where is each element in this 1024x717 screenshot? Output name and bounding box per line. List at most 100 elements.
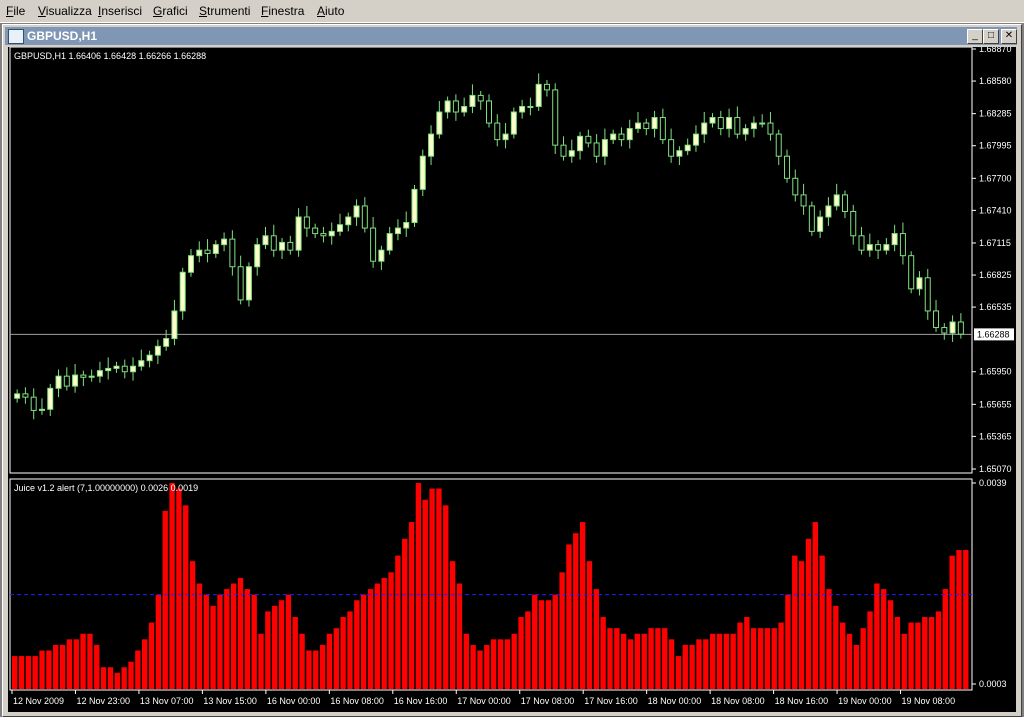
indicator-bar: [668, 639, 675, 689]
menu-file[interactable]: File: [6, 4, 25, 18]
indicator-bar: [949, 555, 955, 689]
chart-window-titlebar[interactable]: GBPUSD,H1 _ □ ✕: [5, 27, 1017, 45]
indicator-bar: [32, 656, 38, 689]
candle-body: [171, 310, 178, 340]
indicator-bar: [922, 617, 928, 689]
indicator-bar: [73, 639, 79, 689]
candle-body: [370, 227, 377, 262]
candle-body: [105, 367, 112, 372]
menu-aiuto[interactable]: Aiuto: [317, 4, 344, 18]
indicator-bar: [210, 605, 216, 689]
candle-body: [577, 135, 584, 152]
indicator-bar: [682, 644, 688, 689]
candle-body: [552, 89, 559, 146]
indicator-bar: [648, 628, 654, 689]
indicator-bar: [846, 633, 853, 689]
candle-body: [486, 100, 492, 124]
candle-body: [130, 365, 137, 373]
indicator-bar: [573, 533, 579, 689]
menu-inserisci[interactable]: Inserisci: [98, 4, 142, 18]
indicator-bar: [627, 639, 634, 689]
chart-window-title: GBPUSD,H1: [27, 29, 98, 43]
indicator-bar: [915, 622, 921, 689]
candle-body: [229, 238, 236, 268]
candle-body: [941, 327, 948, 334]
indicator-bar: [723, 633, 729, 689]
price-tick-label: 1.67410: [979, 205, 1012, 215]
indicator-bar: [586, 561, 593, 689]
candle-body: [287, 241, 294, 251]
candle-body: [204, 249, 211, 254]
indicator-bar: [963, 550, 969, 689]
minimize-button[interactable]: _: [967, 29, 983, 44]
candle-body: [279, 241, 286, 251]
indicator-bar: [12, 656, 18, 689]
candle-body: [568, 150, 575, 157]
candle-body: [270, 235, 277, 251]
indicator-bar: [162, 510, 168, 689]
menu-grafici[interactable]: Grafici: [153, 4, 188, 18]
indicator-bar: [189, 561, 196, 689]
candle-body: [328, 230, 335, 237]
candle-body: [312, 227, 319, 235]
price-tick-label: 1.66535: [979, 302, 1012, 312]
candle-body: [378, 249, 385, 262]
maximize-button[interactable]: □: [983, 29, 999, 44]
candle-body: [817, 216, 824, 232]
menu-strumenti[interactable]: Strumenti: [199, 4, 250, 18]
price-tick-label: 1.68870: [979, 47, 1012, 54]
candle-body: [187, 255, 194, 273]
indicator-bar: [662, 628, 668, 689]
indicator-bar: [819, 555, 825, 689]
indicator-bar: [504, 639, 511, 689]
current-price-label: 1.66288: [977, 329, 1010, 339]
indicator-bar: [114, 672, 120, 689]
indicator-bar: [183, 505, 189, 689]
indicator-bar: [696, 639, 702, 689]
indicator-bar: [80, 633, 86, 689]
indicator-bar: [477, 650, 483, 689]
indicator-bar: [689, 644, 695, 689]
candle-body: [701, 122, 708, 135]
price-tick-label: 1.65950: [979, 367, 1012, 377]
candle-body: [452, 100, 459, 113]
indicator-bar: [354, 600, 360, 689]
time-tick-label: 19 Nov 08:00: [902, 696, 956, 706]
indicator-bar: [278, 600, 285, 689]
indicator-bar: [176, 488, 182, 689]
candle-body: [14, 393, 21, 399]
indicator-bar: [258, 633, 264, 689]
candle-body: [850, 210, 857, 237]
close-button[interactable]: ✕: [1001, 29, 1017, 44]
chart-canvas[interactable]: GBPUSD,H1 1.66406 1.66428 1.66266 1.6628…: [8, 47, 1016, 712]
candle-body: [908, 255, 915, 290]
candle-body: [825, 205, 832, 218]
indicator-bar: [709, 633, 716, 689]
indicator-bar: [703, 639, 709, 689]
indicator-bar: [25, 656, 32, 689]
indicator-bar: [121, 667, 127, 689]
indicator-bar: [87, 633, 93, 689]
candle-body: [461, 105, 468, 113]
candle-body: [659, 117, 666, 141]
indicator-bar: [429, 488, 435, 689]
indicator-bar: [292, 617, 298, 689]
candle-body: [320, 233, 327, 237]
price-tick-label: 1.65655: [979, 399, 1012, 409]
indicator-bar: [757, 628, 764, 689]
candle-body: [833, 194, 840, 207]
indicator-bar: [833, 605, 839, 689]
time-tick-label: 16 Nov 08:00: [330, 696, 384, 706]
indicator-bar: [730, 633, 736, 689]
candle-body: [403, 222, 410, 229]
indicator-bar: [894, 617, 901, 689]
indicator-bar: [169, 483, 175, 689]
indicator-bar: [484, 644, 490, 689]
price-tick-label: 1.67115: [979, 238, 1011, 248]
indicator-bar: [360, 594, 367, 689]
menu-visualizza[interactable]: Visualizza: [38, 4, 92, 18]
time-tick-label: 13 Nov 15:00: [203, 696, 257, 706]
indicator-bar: [600, 617, 606, 689]
candle-body: [726, 117, 733, 130]
menu-finestra[interactable]: Finestra: [261, 4, 304, 18]
